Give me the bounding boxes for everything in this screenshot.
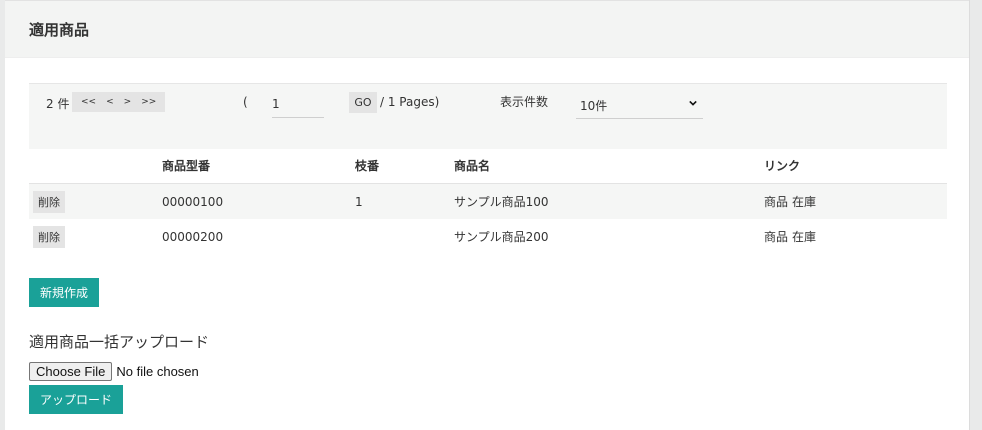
paren-open: ( [243, 95, 248, 109]
per-page-label: 表示件数 [500, 95, 549, 109]
product-link[interactable]: 商品 [764, 230, 788, 244]
first-page-button[interactable]: << [76, 97, 101, 107]
file-picker: Choose File No file chosen [29, 362, 199, 381]
last-page-button[interactable]: >> [136, 97, 161, 107]
table-row: 削除 00000100 1 サンプル商品100 商品 在庫 [29, 183, 947, 219]
products-table: 商品型番 枝番 商品名 リンク 削除 00000100 1 サンプル商品100 … [29, 148, 947, 254]
link-cell: 商品 在庫 [764, 183, 947, 219]
delete-button[interactable]: 削除 [33, 225, 65, 248]
header-name: 商品名 [454, 148, 764, 184]
pager: 2 件 << < > >> ( GO / 1 Pages) 表示件数 10件 [29, 83, 947, 149]
upload-button[interactable]: アップロード [29, 385, 123, 414]
header-action [29, 148, 162, 184]
page-nav: << < > >> [72, 92, 166, 112]
product-name: サンプル商品200 [454, 230, 549, 244]
file-status: No file chosen [116, 364, 199, 379]
chevron-down-icon [689, 100, 697, 106]
stock-link[interactable]: 在庫 [792, 230, 816, 244]
per-page-select[interactable]: 10件 [576, 90, 703, 119]
header-branch: 枝番 [355, 148, 454, 184]
per-page-value: 10件 [580, 99, 608, 113]
next-page-button[interactable]: > [119, 97, 137, 107]
product-code: 00000200 [162, 229, 224, 244]
product-link[interactable]: 商品 [764, 195, 788, 209]
table-header-row: 商品型番 枝番 商品名 リンク [29, 148, 947, 184]
bulk-upload-title: 適用商品一括アップロード [29, 333, 210, 351]
table-row: 削除 00000200 サンプル商品200 商品 在庫 [29, 219, 947, 254]
create-new-button[interactable]: 新規作成 [29, 278, 99, 307]
header-link: リンク [764, 148, 947, 184]
product-code: 00000100 [162, 183, 355, 219]
page-gutter [973, 0, 982, 430]
branch-number [355, 219, 454, 254]
delete-button[interactable]: 削除 [33, 190, 65, 213]
stock-link[interactable]: 在庫 [792, 195, 816, 209]
page-number-input[interactable] [272, 90, 324, 118]
panel-header: 適用商品 [5, 0, 969, 58]
branch-number: 1 [355, 183, 454, 219]
product-name: サンプル商品100 [454, 183, 764, 219]
link-cell: 商品 在庫 [764, 219, 947, 254]
go-button[interactable]: GO [349, 92, 377, 113]
applied-products-panel: 適用商品 2 件 << < > >> ( GO / 1 Pages) 表示件数 … [5, 0, 970, 430]
choose-file-button[interactable]: Choose File [29, 362, 113, 381]
page-title: 適用商品 [29, 21, 90, 39]
header-code: 商品型番 [162, 148, 355, 184]
prev-page-button[interactable]: < [101, 97, 119, 107]
item-count: 2 件 [46, 97, 70, 111]
pages-total: / 1 Pages) [380, 95, 440, 109]
